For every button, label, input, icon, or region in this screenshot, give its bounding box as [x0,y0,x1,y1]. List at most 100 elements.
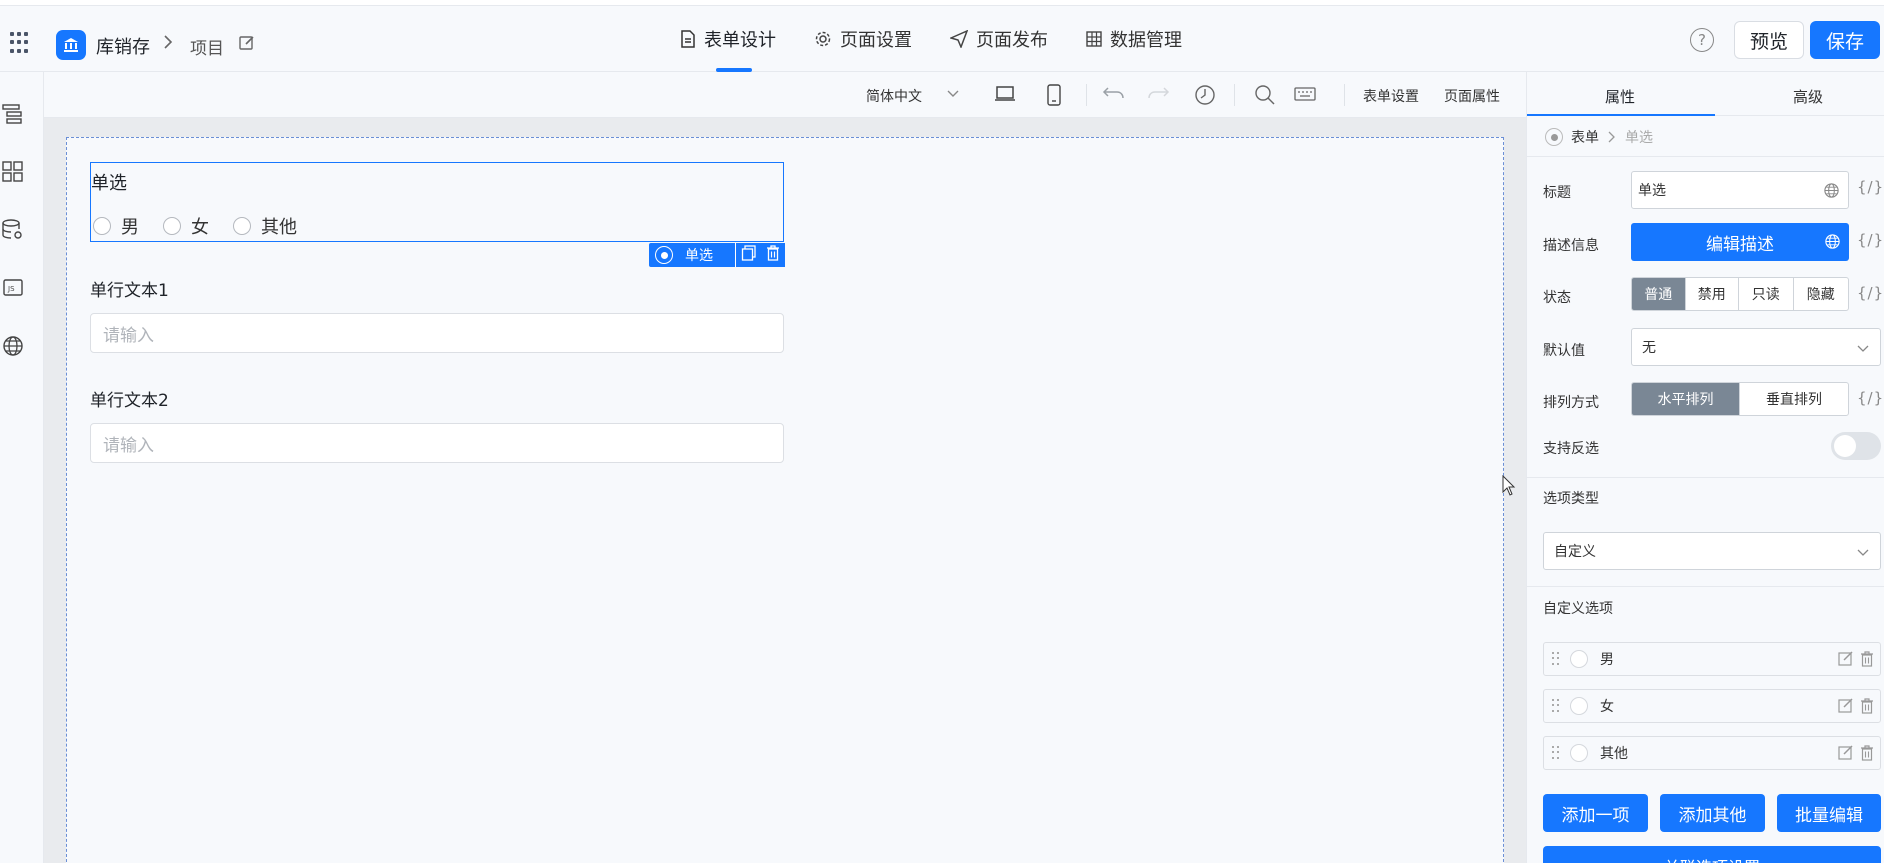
outline-tree-icon[interactable] [1,102,25,126]
js-code-icon[interactable]: JS [1,276,25,300]
chevron-down-icon [1856,545,1870,563]
divider [1344,84,1345,106]
batch-edit-button[interactable]: 批量编辑 [1777,794,1881,832]
database-settings-icon[interactable] [1,218,25,242]
option-label: 女 [1600,699,1614,715]
send-icon [950,30,968,48]
form-canvas[interactable] [66,137,1504,863]
expression-icon[interactable]: {/} [1857,178,1884,196]
undo-icon[interactable] [1102,84,1126,108]
form-settings-link[interactable]: 表单设置 [1363,86,1419,106]
trash-icon[interactable] [766,245,780,265]
drag-handle-icon[interactable] [1552,699,1560,713]
globe-icon[interactable] [1824,233,1841,255]
edit-icon[interactable] [1838,698,1854,714]
copy-icon[interactable] [741,245,757,265]
radio-option[interactable]: 女 [163,213,209,239]
edit-icon[interactable] [238,34,256,56]
expression-icon[interactable]: {/} [1857,389,1884,407]
trash-icon[interactable] [1860,651,1874,667]
tab-form-design[interactable]: 表单设计 [680,6,776,72]
canvas-toolbar: 简体中文 表单设置 页面属性 [44,72,1526,118]
breadcrumb-project[interactable]: 项目 [190,34,224,59]
option-label: 其他 [1600,746,1628,762]
state-segmented: 普通 禁用 只读 隐藏 [1631,277,1849,311]
option-type-select[interactable]: 自定义 [1543,532,1881,570]
properties-panel: 属性 高级 表单 单选 标题 单选 {/} 描述信息 编辑描述 {/} 状态 普… [1526,72,1884,863]
radio-circle-icon [1570,697,1588,715]
drag-handle-icon[interactable] [1552,652,1560,666]
radio-icon [1545,128,1563,146]
default-value-select[interactable]: 无 [1631,328,1881,366]
save-button[interactable]: 保存 [1810,21,1880,59]
redo-icon[interactable] [1146,84,1170,108]
panel-tabs: 属性 高级 [1527,72,1884,116]
text-input[interactable]: 请输入 [90,423,784,463]
text-input[interactable]: 请输入 [90,313,784,353]
divider [1527,477,1884,478]
default-value-label: 默认值 [1543,343,1585,359]
state-readonly[interactable]: 只读 [1739,278,1794,310]
page-properties-link[interactable]: 页面属性 [1444,86,1500,106]
add-option-button[interactable]: 添加一项 [1543,794,1648,832]
title-value: 单选 [1638,183,1666,199]
state-hidden[interactable]: 隐藏 [1794,278,1848,310]
chevron-right-icon [162,32,174,57]
history-icon[interactable] [1194,84,1216,110]
drag-handle-icon[interactable] [1552,746,1560,760]
app-grid-icon[interactable] [10,32,32,54]
chevron-down-icon[interactable] [946,86,960,104]
radio-option-label: 其他 [261,217,297,238]
search-icon[interactable] [1254,84,1276,110]
edit-description-label: 编辑描述 [1706,234,1774,255]
title-input[interactable]: 单选 [1631,171,1849,209]
option-label: 男 [1600,652,1614,668]
tab-page-settings[interactable]: 页面设置 [814,6,912,72]
linked-options-button[interactable]: 关联选项设置 [1543,846,1881,863]
tab-properties[interactable]: 属性 [1605,86,1635,107]
list-item: 男 [1543,642,1881,676]
tab-page-publish[interactable]: 页面发布 [950,6,1048,72]
component-actions [735,243,785,267]
radio-option[interactable]: 其他 [233,213,297,239]
mobile-icon[interactable] [1046,84,1062,110]
radio-field-label: 单选 [91,173,127,194]
globe-icon[interactable] [1823,182,1840,203]
layout-label: 排列方式 [1543,395,1599,411]
layout-horizontal[interactable]: 水平排列 [1632,383,1740,415]
desktop-icon[interactable] [994,84,1016,108]
edit-description-button[interactable]: 编辑描述 [1631,223,1849,261]
active-tab-indicator [1527,114,1715,116]
breadcrumb-form[interactable]: 表单 [1571,127,1599,147]
tab-advanced[interactable]: 高级 [1793,86,1823,107]
keyboard-icon[interactable] [1294,84,1316,108]
radio-circle-icon [1570,650,1588,668]
trash-icon[interactable] [1860,698,1874,714]
default-value: 无 [1642,340,1656,356]
description-label: 描述信息 [1543,238,1599,254]
radio-selected-icon [655,246,673,264]
language-select[interactable]: 简体中文 [866,86,922,106]
edit-icon[interactable] [1838,651,1854,667]
tab-data-management[interactable]: 数据管理 [1086,6,1182,72]
help-icon[interactable]: ? [1690,28,1714,52]
app-name[interactable]: 库销存 [96,33,150,59]
expression-icon[interactable]: {/} [1857,231,1884,249]
layout-vertical[interactable]: 垂直排列 [1740,383,1848,415]
edit-icon[interactable] [1838,745,1854,761]
radio-option[interactable]: 男 [93,213,139,239]
text-field-label: 单行文本1 [90,281,169,301]
deselect-toggle[interactable] [1831,432,1881,460]
state-disabled[interactable]: 禁用 [1686,278,1739,310]
left-rail: JS [0,72,44,863]
state-normal[interactable]: 普通 [1632,278,1686,310]
components-grid-icon[interactable] [1,160,25,184]
globe-icon[interactable] [1,334,25,358]
radio-field-selected[interactable]: 单选 男 女 其他 [90,162,784,242]
trash-icon[interactable] [1860,745,1874,761]
tab-label: 页面发布 [976,30,1048,51]
preview-button[interactable]: 预览 [1734,21,1804,59]
add-other-button[interactable]: 添加其他 [1660,794,1765,832]
expression-icon[interactable]: {/} [1857,284,1884,302]
main-tabs: 表单设计 页面设置 页面发布 数据管理 [680,6,1182,72]
